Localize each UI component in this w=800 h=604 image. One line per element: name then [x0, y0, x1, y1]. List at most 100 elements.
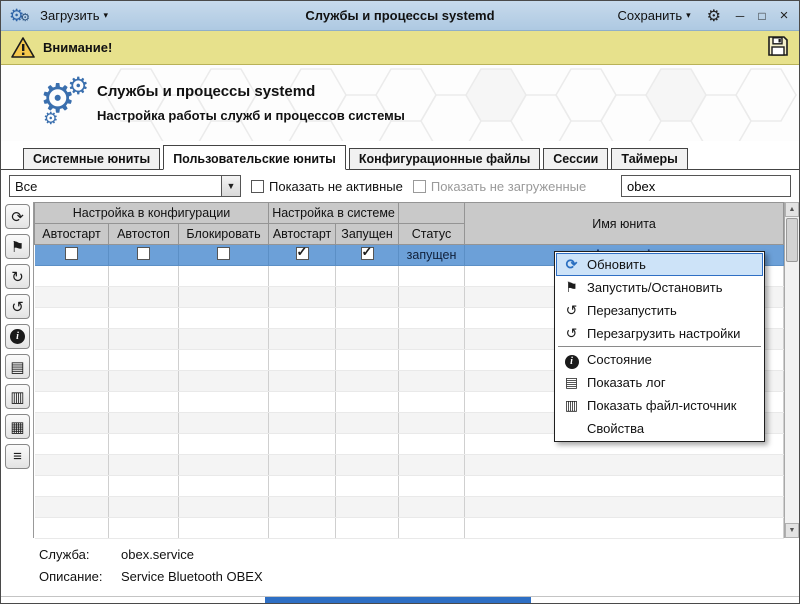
tab-timers[interactable]: Таймеры	[611, 148, 687, 170]
autostop-config-header[interactable]: Автостоп	[109, 224, 179, 245]
footer-info: Служба: obex.service Описание: Service B…	[1, 538, 799, 598]
menu-item-restart[interactable]: ↺ Перезапустить	[556, 299, 763, 322]
restart-icon: ↻	[11, 268, 24, 286]
show-inactive-toggle[interactable]: Показать не активные	[251, 179, 403, 194]
reload-settings-button[interactable]: ↺	[5, 294, 30, 319]
flag-icon: ⚑	[563, 279, 580, 296]
group-header-row: Настройка в конфигурации Настройка в сис…	[35, 203, 784, 224]
info-icon: i	[565, 355, 579, 369]
maximize-button[interactable]: □	[755, 9, 769, 23]
app-logo-gears-icon: ⚙⚙⚙	[1, 87, 97, 119]
tab-bar: Системные юниты Пользовательские юниты К…	[1, 141, 799, 170]
menu-item-reload-settings[interactable]: ↺ Перезагрузить настройки	[556, 322, 763, 345]
save-menu-button[interactable]: Сохранить ▾	[614, 6, 695, 25]
menu-item-refresh[interactable]: ⟳ Обновить	[556, 253, 763, 276]
scroll-up-icon[interactable]: ▲	[785, 202, 799, 217]
status-button[interactable]: i	[5, 324, 30, 349]
list-button[interactable]: ≡	[5, 444, 30, 469]
empty-row	[35, 518, 784, 539]
log-icon: ▤	[563, 374, 580, 391]
tab-config-files[interactable]: Конфигурационные файлы	[349, 148, 540, 170]
context-menu: ⟳ Обновить ⚑ Запустить/Остановить ↺ Пере…	[554, 251, 765, 442]
info-icon: i	[10, 329, 25, 344]
empty-row	[35, 455, 784, 476]
autostart-system-checkbox[interactable]	[296, 247, 309, 260]
page-title: Службы и процессы systemd	[97, 83, 405, 100]
warning-bar: Внимание!	[1, 31, 799, 65]
restart-icon: ↺	[563, 302, 580, 319]
scroll-down-icon[interactable]: ▼	[785, 523, 799, 538]
show-source-button[interactable]: ▥	[5, 384, 30, 409]
app-gears-icon: ⚙⚙	[9, 7, 30, 24]
empty-row	[35, 476, 784, 497]
description-value: Service Bluetooth OBEX	[121, 569, 263, 584]
main-area: ⟳ ⚑ ↻ ↺ i ▤ ▥ ▦ ≡ Настройка в конфигурац…	[1, 202, 799, 538]
flag-icon: ⚑	[11, 238, 24, 256]
horizontal-scrollbar-thumb[interactable]	[265, 597, 531, 603]
save-file-icon[interactable]	[767, 35, 789, 60]
restart-button[interactable]: ↻	[5, 264, 30, 289]
status-cell: запущен	[399, 245, 465, 266]
autostart-config-checkbox[interactable]	[65, 247, 78, 260]
run-stop-button[interactable]: ⚑	[5, 234, 30, 259]
horizontal-scrollbar[interactable]	[1, 596, 799, 603]
source-file-icon: ▥	[10, 388, 24, 406]
vertical-scrollbar[interactable]: ▲ ▼	[784, 202, 799, 538]
empty-row	[35, 497, 784, 518]
refresh-icon: ⟳	[563, 256, 580, 273]
banner: ⚙⚙⚙ Службы и процессы systemd Настройка …	[1, 65, 799, 141]
chevron-down-icon: ▾	[686, 10, 691, 21]
show-unloaded-checkbox	[413, 180, 426, 193]
close-button[interactable]: ×	[777, 7, 791, 24]
tab-sessions[interactable]: Сессии	[543, 148, 608, 170]
tab-user-units[interactable]: Пользовательские юниты	[163, 145, 346, 170]
unit-name-header[interactable]: Имя юнита	[465, 203, 784, 245]
page-subtitle: Настройка работы служб и процессов систе…	[97, 108, 405, 123]
search-input[interactable]	[621, 175, 791, 197]
load-menu-button[interactable]: Загрузить ▾	[36, 6, 112, 25]
refresh-button[interactable]: ⟳	[5, 204, 30, 229]
running-system-checkbox[interactable]	[361, 247, 374, 260]
autostart-system-header[interactable]: Автостарт	[269, 224, 336, 245]
reload-icon: ↺	[11, 298, 24, 316]
minimize-button[interactable]: ─	[733, 9, 747, 23]
unit-filter-combobox[interactable]: Все ▼	[9, 175, 241, 197]
service-label: Служба:	[39, 547, 121, 562]
menu-item-show-log[interactable]: ▤ Показать лог	[556, 371, 763, 394]
log-icon: ▤	[10, 358, 24, 376]
refresh-icon: ⟳	[11, 208, 24, 226]
menu-item-run-stop[interactable]: ⚑ Запустить/Остановить	[556, 276, 763, 299]
status-group-header	[399, 203, 465, 224]
block-config-checkbox[interactable]	[217, 247, 230, 260]
menu-separator	[558, 346, 761, 347]
running-system-header[interactable]: Запущен	[336, 224, 399, 245]
show-inactive-checkbox[interactable]	[251, 180, 264, 193]
autostart-config-header[interactable]: Автостарт	[35, 224, 109, 245]
settings-gear-icon[interactable]: ⚙	[707, 6, 721, 26]
tab-system-units[interactable]: Системные юниты	[23, 148, 160, 170]
menu-item-show-source[interactable]: ▥ Показать файл-источник	[556, 394, 763, 417]
system-group-header: Настройка в системе	[269, 203, 399, 224]
reload-icon: ↺	[563, 325, 580, 342]
show-log-button[interactable]: ▤	[5, 354, 30, 379]
menu-item-status[interactable]: i Состояние	[556, 348, 763, 371]
units-table-area: Настройка в конфигурации Настройка в сис…	[33, 202, 799, 538]
titlebar: Службы и процессы systemd ⚙⚙ Загрузить ▾…	[1, 1, 799, 31]
warning-icon	[11, 37, 35, 58]
list-icon: ≡	[13, 448, 22, 465]
chevron-down-icon: ▼	[221, 176, 240, 196]
menu-item-properties[interactable]: Свойства	[556, 417, 763, 440]
show-unloaded-toggle: Показать не загруженные	[413, 179, 586, 194]
block-config-header[interactable]: Блокировать	[179, 224, 269, 245]
status-header[interactable]: Статус	[399, 224, 465, 245]
left-toolbar: ⟳ ⚑ ↻ ↺ i ▤ ▥ ▦ ≡	[1, 202, 33, 538]
properties-button[interactable]: ▦	[5, 414, 30, 439]
chevron-down-icon: ▾	[103, 10, 108, 21]
scrollbar-thumb[interactable]	[786, 218, 798, 262]
source-file-icon: ▥	[563, 397, 580, 414]
autostop-config-checkbox[interactable]	[137, 247, 150, 260]
service-value: obex.service	[121, 547, 194, 562]
filter-row: Все ▼ Показать не активные Показать не з…	[1, 170, 799, 202]
app-window: Службы и процессы systemd ⚙⚙ Загрузить ▾…	[0, 0, 800, 604]
description-label: Описание:	[39, 569, 121, 584]
